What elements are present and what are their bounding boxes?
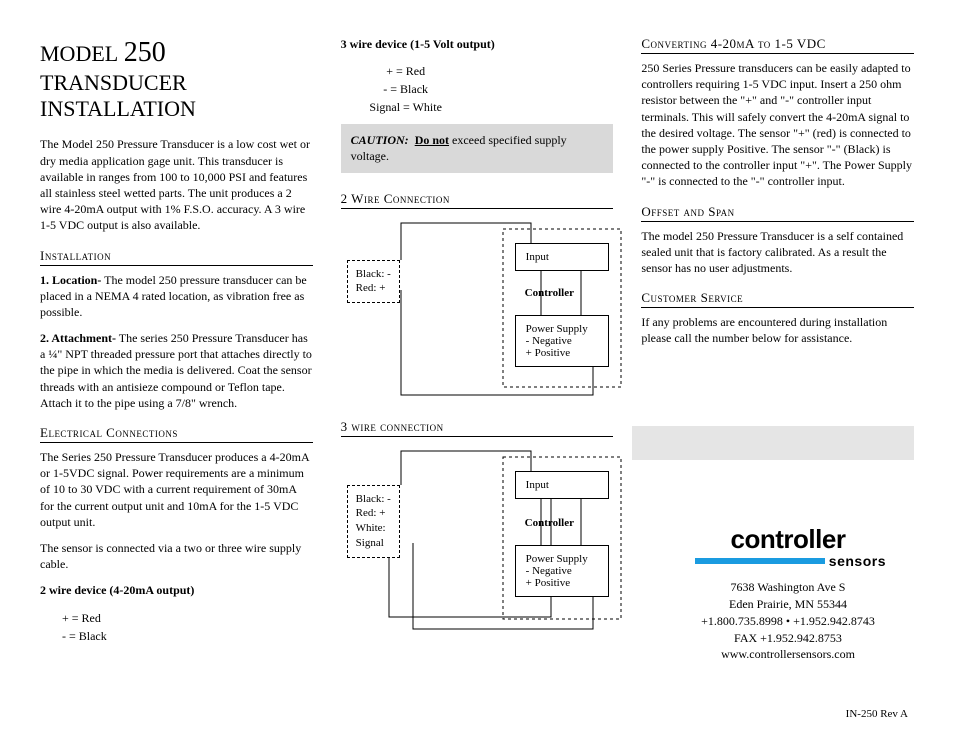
title-line-2: TRANSDUCER xyxy=(40,70,187,95)
sensor3-l3: White: xyxy=(356,522,386,534)
two-wire-device-list: + = Red - = Black xyxy=(62,609,313,645)
sensor2-l1: Black: - xyxy=(356,268,391,280)
install-step-1: 1. Location- The model 250 pressure tran… xyxy=(40,272,313,321)
logo-sub-row: sensors xyxy=(668,553,908,569)
logo-word-controller: controller xyxy=(668,524,908,555)
section-installation: Installation xyxy=(40,248,313,266)
addr-line1: 7638 Washington Ave S xyxy=(731,580,846,594)
caution-label: CAUTION: xyxy=(351,133,409,147)
caution-donot: Do not xyxy=(415,133,449,147)
converting-text: 250 Series Pressure transducers can be e… xyxy=(641,60,914,190)
diagram-2wire: Black: - Red: + Input Controller Power S… xyxy=(341,215,614,405)
input-box-3wire: Input xyxy=(515,471,609,499)
ps3-l1: Power Supply xyxy=(526,553,588,565)
ps-box-2wire: Power Supply - Negative + Positive xyxy=(515,315,609,367)
title-model-number: 250 xyxy=(124,37,166,68)
install-2-label: 2. Attachment- xyxy=(40,331,116,345)
three-wire-device-head: 3 wire device (1-5 Volt output) xyxy=(341,36,614,52)
elec-para-2: The sensor is connected via a two or thr… xyxy=(40,540,313,572)
ps-l3: + Positive xyxy=(526,347,570,359)
section-3wire-conn: 3 wire connection xyxy=(341,419,614,437)
grey-strip xyxy=(632,426,914,460)
sensor3-l4: Signal xyxy=(356,537,384,549)
column-2: 3 wire device (1-5 Volt output) + = Red … xyxy=(341,36,614,653)
install-step-2: 2. Attachment- The series 250 Pressure T… xyxy=(40,330,313,411)
doc-title: MODEL 250 TRANSDUCER INSTALLATION xyxy=(40,36,313,122)
ps3-l3: + Positive xyxy=(526,577,570,589)
section-converting: Converting 4-20mA to 1-5 VDC xyxy=(641,36,914,54)
sensor2-l2: Red: + xyxy=(356,282,386,294)
ps-l2: - Negative xyxy=(526,335,572,347)
column-1: MODEL 250 TRANSDUCER INSTALLATION The Mo… xyxy=(40,36,313,653)
offset-text: The model 250 Pressure Transducer is a s… xyxy=(641,228,914,277)
sensor-box-2wire: Black: - Red: + xyxy=(347,260,400,304)
customer-service-text: If any problems are encountered during i… xyxy=(641,314,914,346)
section-electrical: Electrical Connections xyxy=(40,425,313,443)
addr-line4: FAX +1.952.942.8753 xyxy=(734,631,842,645)
controller-label-2wire: Controller xyxy=(525,287,574,299)
logo-word-sensors: sensors xyxy=(829,553,886,569)
sensor3-l1: Black: - xyxy=(356,493,391,505)
title-line-3: INSTALLATION xyxy=(40,96,196,121)
ps-l1: Power Supply xyxy=(526,323,588,335)
ps-box-3wire: Power Supply - Negative + Positive xyxy=(515,545,609,597)
dev3-line2: - = Black xyxy=(383,82,428,96)
sensor-box-3wire: Black: - Red: + White: Signal xyxy=(347,485,400,558)
install-1-label: 1. Location- xyxy=(40,273,101,287)
section-customer-service: Customer Service xyxy=(641,290,914,308)
logo-blue-bar xyxy=(695,558,825,564)
sensor3-l2: Red: + xyxy=(356,507,386,519)
addr-line5: www.controllersensors.com xyxy=(721,647,855,661)
title-prefix: MODEL xyxy=(40,41,118,66)
caution-box: CAUTION: Do not exceed specified supply … xyxy=(341,124,614,172)
controller-label-3wire: Controller xyxy=(525,517,574,529)
section-offset: Offset and Span xyxy=(641,204,914,222)
addr-line3: +1.800.735.8998 • +1.952.942.8743 xyxy=(701,614,875,628)
dev3-line3: Signal = White xyxy=(369,100,442,114)
company-address: 7638 Washington Ave S Eden Prairie, MN 5… xyxy=(668,579,908,663)
section-2wire-conn: 2 Wire Connection xyxy=(341,191,614,209)
dev2-line1: + = Red xyxy=(62,611,101,625)
ps3-l2: - Negative xyxy=(526,565,572,577)
dev2-line2: - = Black xyxy=(62,629,107,643)
intro-paragraph: The Model 250 Pressure Transducer is a l… xyxy=(40,136,313,233)
three-wire-device-list: + = Red - = Black Signal = White xyxy=(341,62,471,116)
two-wire-device-head: 2 wire device (4-20mA output) xyxy=(40,582,313,598)
addr-line2: Eden Prairie, MN 55344 xyxy=(729,597,847,611)
footer-doc-id: IN-250 Rev A xyxy=(846,708,908,720)
company-logo-block: controller sensors 7638 Washington Ave S… xyxy=(668,524,908,663)
elec-para-1: The Series 250 Pressure Transducer produ… xyxy=(40,449,313,530)
dev3-line1: + = Red xyxy=(386,64,425,78)
diagram-3wire: Black: - Red: + White: Signal Input Cont… xyxy=(341,443,614,643)
input-box-2wire: Input xyxy=(515,243,609,271)
